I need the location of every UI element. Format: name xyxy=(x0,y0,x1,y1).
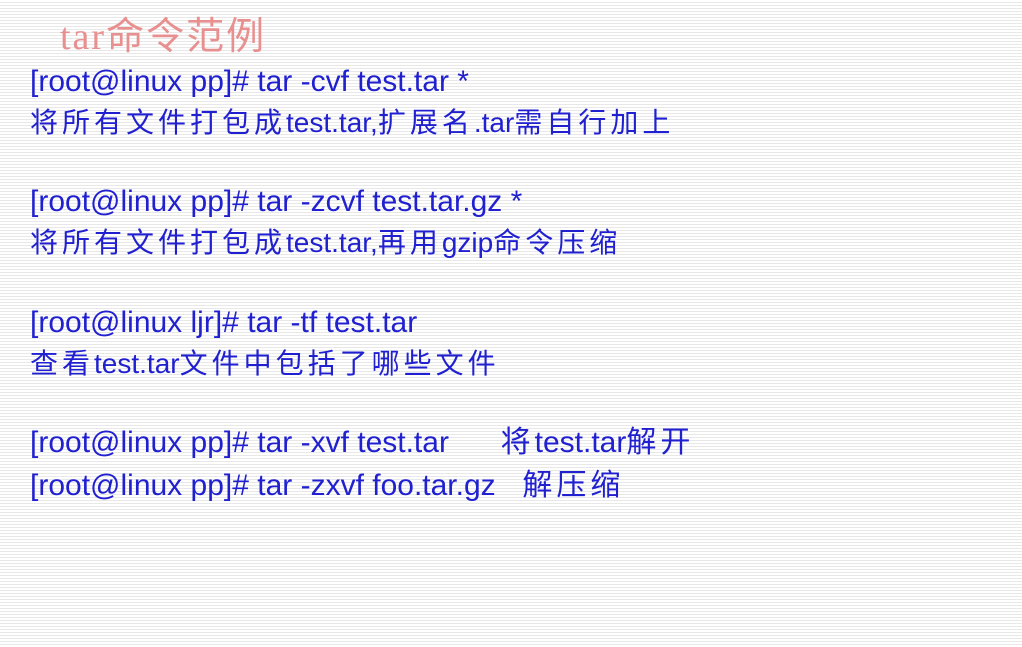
desc-text: 文件中包括了哪些文件 xyxy=(180,349,500,380)
desc-text: 再用 xyxy=(378,228,442,259)
description-3: 查看test.tar文件中包括了哪些文件 xyxy=(30,346,992,383)
description-2: 将所有文件打包成test.tar,再用gzip命令压缩 xyxy=(30,225,992,262)
command-line-2: [root@linux pp]# tar -zcvf test.tar.gz * xyxy=(30,182,992,221)
example-block-3: [root@linux ljr]# tar -tf test.tar 查看tes… xyxy=(30,303,992,383)
desc-text: 扩展名 xyxy=(378,108,474,139)
desc-latin: .tar xyxy=(474,107,514,138)
desc-latin: test.tar xyxy=(94,348,180,379)
description-1: 将所有文件打包成test.tar,扩展名.tar需自行加上 xyxy=(30,105,992,142)
desc-text: 将所有文件打包成 xyxy=(30,108,286,139)
slide-title: tar命令范例 xyxy=(60,5,992,60)
command-text: [root@linux pp]# tar -zxvf foo.tar.gz xyxy=(30,469,496,502)
example-block-2: [root@linux pp]# tar -zcvf test.tar.gz *… xyxy=(30,182,992,262)
desc-latin: test.tar, xyxy=(286,227,378,258)
command-line-3: [root@linux ljr]# tar -tf test.tar xyxy=(30,303,992,342)
command-text: [root@linux pp]# tar -xvf test.tar xyxy=(30,426,449,459)
command-line-4a: [root@linux pp]# tar -xvf test.tar 将test… xyxy=(30,423,992,462)
inline-description: 解压缩 xyxy=(522,469,624,502)
example-block-1: [root@linux pp]# tar -cvf test.tar * 将所有… xyxy=(30,62,992,142)
desc-text: 将 xyxy=(501,426,535,459)
desc-text: 需自行加上 xyxy=(514,108,674,139)
example-block-4: [root@linux pp]# tar -xvf test.tar 将test… xyxy=(30,423,992,505)
desc-latin: test.tar xyxy=(535,426,627,459)
desc-text: 命令压缩 xyxy=(493,228,621,259)
desc-latin: test.tar, xyxy=(286,107,378,138)
desc-text: 查看 xyxy=(30,349,94,380)
desc-text: 将所有文件打包成 xyxy=(30,228,286,259)
command-line-1: [root@linux pp]# tar -cvf test.tar * xyxy=(30,62,992,101)
inline-description: 将test.tar解开 xyxy=(501,426,695,459)
command-line-4b: [root@linux pp]# tar -zxvf foo.tar.gz 解压… xyxy=(30,466,992,505)
desc-latin: gzip xyxy=(442,227,493,258)
desc-text: 解开 xyxy=(626,426,694,459)
